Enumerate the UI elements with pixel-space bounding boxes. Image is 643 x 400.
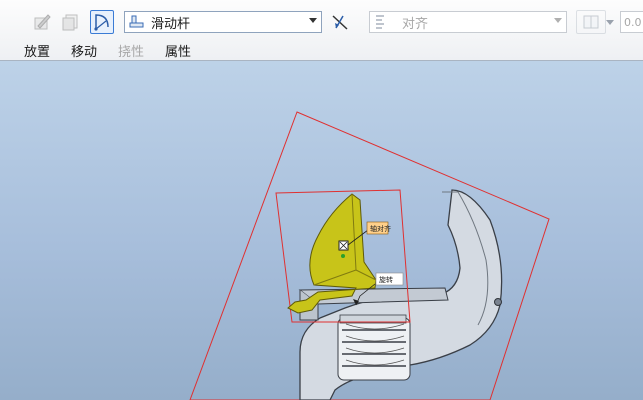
offset-type-button[interactable] xyxy=(576,10,606,34)
surface-callout-text: 旋转 xyxy=(379,275,393,284)
flip-direction-icon[interactable] xyxy=(328,10,352,34)
chevron-down-icon[interactable] xyxy=(606,20,614,25)
graphics-viewport[interactable]: 轴对齐 旋转 xyxy=(0,61,643,400)
connection-type-select[interactable]: 滑动杆 xyxy=(124,11,322,33)
tab-properties[interactable]: 属性 xyxy=(165,41,191,60)
axis-callout: 轴对齐 xyxy=(366,221,391,235)
edit-sketch-icon[interactable] xyxy=(30,10,54,34)
sketch-arc-icon[interactable] xyxy=(90,10,114,34)
constraint-type-value: 对齐 xyxy=(402,16,429,32)
chevron-down-icon xyxy=(309,18,317,23)
tab-placement[interactable]: 放置 xyxy=(24,41,50,60)
offset-value-field[interactable]: 0.0 xyxy=(620,11,643,33)
reference-icon[interactable] xyxy=(58,10,82,34)
worm-screw[interactable] xyxy=(337,314,411,381)
chevron-down-icon xyxy=(554,18,562,23)
axis-callout-text: 轴对齐 xyxy=(370,224,391,233)
constraint-type-select[interactable]: 对齐 xyxy=(369,11,567,33)
tab-flexibility[interactable]: 挠性 xyxy=(118,41,144,60)
surface-callout: 旋转 xyxy=(375,272,404,286)
model-canvas[interactable]: 轴对齐 旋转 xyxy=(0,61,643,400)
tab-move[interactable]: 移动 xyxy=(71,41,97,60)
align-icon xyxy=(374,14,388,30)
slider-joint-icon xyxy=(129,14,145,30)
dashboard-toolbar: 滑动杆 对齐 0.0 放置 移动 挠性 属性 xyxy=(0,0,643,61)
connection-type-value: 滑动杆 xyxy=(151,16,191,32)
